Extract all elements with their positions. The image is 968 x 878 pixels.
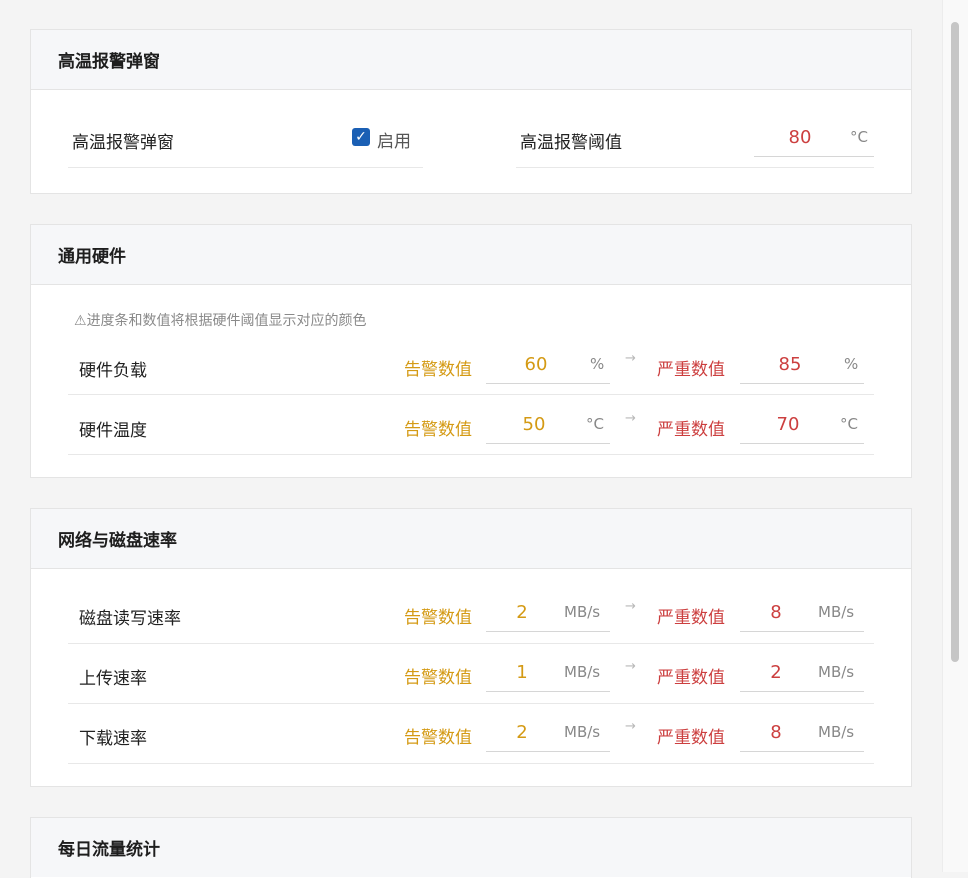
hardware-card: 通用硬件 ⚠进度条和数值将根据硬件阈值显示对应的颜色 硬件负载 告警数值 60 … xyxy=(30,224,912,478)
disk-rw-crit-underline xyxy=(740,631,864,632)
disk-rw-crit-input[interactable]: 8 xyxy=(741,602,811,623)
disk-rw-warn-input[interactable]: 2 xyxy=(487,602,557,623)
divider xyxy=(68,643,874,644)
upload-warn-input[interactable]: 1 xyxy=(487,662,557,683)
divider xyxy=(68,394,874,395)
scrollbar-thumb[interactable] xyxy=(951,22,959,662)
disk-rw-crit-unit: MB/s xyxy=(818,603,855,621)
hardware-temp-crit-unit: °C xyxy=(840,415,858,433)
arrow-right-icon: → xyxy=(625,719,636,734)
hardware-hint-text: 进度条和数值将根据硬件阈值显示对应的颜色 xyxy=(86,313,367,329)
daily-traffic-header: 每日流量统计 xyxy=(31,818,911,877)
network-disk-title: 网络与磁盘速率 xyxy=(58,531,177,551)
hardware-load-label: 硬件负载 xyxy=(79,361,147,381)
upload-warn-underline xyxy=(486,691,610,692)
high-temp-threshold-label: 高温报警阈值 xyxy=(520,133,622,153)
enable-checkbox[interactable]: ✓ xyxy=(352,128,370,146)
hardware-load-crit-unit: % xyxy=(844,355,859,373)
divider xyxy=(516,167,874,168)
hardware-load-warn-label: 告警数值 xyxy=(404,360,472,380)
hardware-temp-warn-unit: °C xyxy=(586,415,604,433)
hardware-temp-crit-underline xyxy=(740,443,864,444)
upload-crit-underline xyxy=(740,691,864,692)
hardware-temp-warn-input[interactable]: 50 xyxy=(499,414,569,435)
arrow-right-icon: → xyxy=(625,599,636,614)
disk-rw-rate-label: 磁盘读写速率 xyxy=(79,609,181,629)
network-disk-header: 网络与磁盘速率 xyxy=(31,509,911,569)
hardware-temp-label: 硬件温度 xyxy=(79,421,147,441)
download-crit-input[interactable]: 8 xyxy=(741,722,811,743)
high-temp-alert-card: 高温报警弹窗 高温报警弹窗 ✓ 启用 高温报警阈值 80 °C xyxy=(30,29,912,194)
download-crit-underline xyxy=(740,751,864,752)
arrow-right-icon: → xyxy=(625,351,636,366)
arrow-right-icon: → xyxy=(625,411,636,426)
hardware-load-crit-label: 严重数值 xyxy=(657,360,725,380)
daily-traffic-title: 每日流量统计 xyxy=(58,840,160,860)
download-warn-unit: MB/s xyxy=(564,723,601,741)
divider xyxy=(68,454,874,455)
upload-rate-label: 上传速率 xyxy=(79,669,147,689)
download-warn-underline xyxy=(486,751,610,752)
hardware-load-warn-underline xyxy=(486,383,610,384)
enable-checkbox-label[interactable]: 启用 xyxy=(377,127,411,152)
hardware-load-warn-unit: % xyxy=(590,355,605,373)
hardware-title: 通用硬件 xyxy=(58,247,126,267)
download-warn-input[interactable]: 2 xyxy=(487,722,557,743)
hardware-load-crit-input[interactable]: 85 xyxy=(755,354,825,375)
hardware-header: 通用硬件 xyxy=(31,225,911,285)
warning-triangle-icon: ⚠ xyxy=(74,313,87,329)
hardware-temp-warn-label: 告警数值 xyxy=(404,420,472,440)
download-warn-label: 告警数值 xyxy=(404,728,472,748)
upload-crit-unit: MB/s xyxy=(818,663,855,681)
check-icon: ✓ xyxy=(355,129,367,145)
upload-warn-label: 告警数值 xyxy=(404,668,472,688)
disk-rw-warn-unit: MB/s xyxy=(564,603,601,621)
download-crit-unit: MB/s xyxy=(818,723,855,741)
daily-traffic-card: 每日流量统计 xyxy=(30,817,912,878)
hardware-temp-warn-underline xyxy=(486,443,610,444)
upload-warn-unit: MB/s xyxy=(564,663,601,681)
high-temp-alert-header: 高温报警弹窗 xyxy=(31,30,911,90)
disk-rw-warn-label: 告警数值 xyxy=(404,608,472,628)
hardware-load-crit-underline xyxy=(740,383,864,384)
upload-crit-input[interactable]: 2 xyxy=(741,662,811,683)
divider xyxy=(68,763,874,764)
hardware-hint: ⚠进度条和数值将根据硬件阈值显示对应的颜色 xyxy=(74,310,367,330)
download-rate-label: 下载速率 xyxy=(79,729,147,749)
download-crit-label: 严重数值 xyxy=(657,728,725,748)
divider xyxy=(68,167,423,168)
upload-crit-label: 严重数值 xyxy=(657,668,725,688)
high-temp-threshold-unit: °C xyxy=(850,128,868,146)
high-temp-threshold-input[interactable]: 80 xyxy=(765,127,835,148)
arrow-right-icon: → xyxy=(625,659,636,674)
network-disk-card: 网络与磁盘速率 磁盘读写速率 告警数值 2 MB/s → 严重数值 8 MB/s… xyxy=(30,508,912,787)
high-temp-alert-title: 高温报警弹窗 xyxy=(58,52,160,72)
disk-rw-warn-underline xyxy=(486,631,610,632)
divider xyxy=(68,703,874,704)
high-temp-popup-label: 高温报警弹窗 xyxy=(72,133,174,153)
hardware-temp-crit-label: 严重数值 xyxy=(657,420,725,440)
hardware-load-warn-input[interactable]: 60 xyxy=(501,354,571,375)
hardware-temp-crit-input[interactable]: 70 xyxy=(753,414,823,435)
disk-rw-crit-label: 严重数值 xyxy=(657,608,725,628)
threshold-input-underline xyxy=(754,156,874,157)
